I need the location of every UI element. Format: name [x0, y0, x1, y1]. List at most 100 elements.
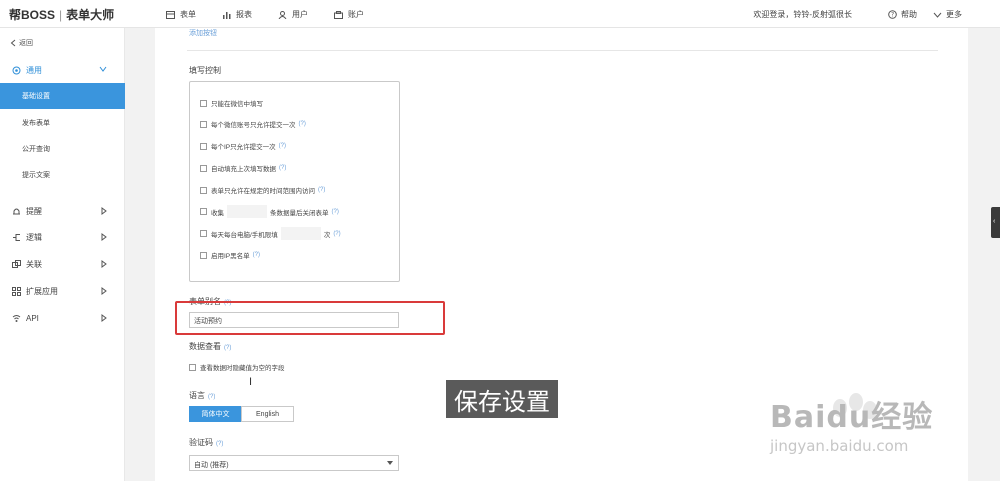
captcha-value: 自动 (推荐)	[194, 462, 229, 469]
nav-user-label: 用户	[292, 10, 308, 19]
sidebar-item-basic-settings[interactable]: 基础设置	[0, 83, 125, 109]
help-icon[interactable]: (?)	[224, 345, 231, 351]
text-cursor-icon: I	[249, 376, 253, 388]
brand-logo[interactable]: 帮BOSS | 表单大师	[9, 6, 114, 23]
option-ip-blacklist[interactable]: 启用IP黑名单 (?)	[200, 250, 260, 260]
side-panel-toggle[interactable]: ‹	[991, 207, 1000, 238]
language-zh-button[interactable]: 简体中文	[189, 406, 242, 422]
option-label: 只能在微信中填写	[211, 101, 263, 108]
language-title: 语言 (?)	[189, 390, 215, 401]
option-label: 每个微信账号只允许提交一次	[211, 122, 296, 129]
language-title-text: 语言	[189, 391, 205, 400]
option-label: 表单只允许在规定的时间范围内访问	[211, 188, 315, 195]
link-icon	[12, 259, 21, 268]
checkbox[interactable]	[200, 186, 207, 194]
option-autofill[interactable]: 自动填充上次填写数据 (?)	[200, 163, 286, 173]
watermark-brand: Baidu经验	[770, 392, 933, 436]
option-label: 查看数据时隐藏值为空的字段	[200, 365, 285, 372]
chevron-left-icon	[10, 39, 16, 47]
nav-report-label: 报表	[236, 10, 252, 19]
daily-limit-input[interactable]	[280, 227, 321, 240]
sidebar-item-prompt-text[interactable]: 提示文案	[0, 162, 125, 188]
back-link[interactable]: 返回	[10, 38, 33, 48]
sidebar-item-label: 提示文案	[22, 172, 50, 179]
report-icon	[223, 11, 231, 19]
option-label: 启用IP黑名单	[211, 253, 250, 260]
sidebar-group-reminder[interactable]: 提醒	[0, 201, 125, 221]
top-bar: 帮BOSS | 表单大师 表单 报表 用户 账户 欢迎登录，铃铃-反射弧很长 ? 帮…	[0, 0, 1000, 28]
nav-user[interactable]: 用户	[278, 9, 308, 20]
sidebar-item-publish[interactable]: 发布表单	[0, 110, 125, 136]
caption-text: 保存设置	[454, 387, 550, 416]
nav-form-label: 表单	[180, 10, 196, 19]
product-name: 表单大师	[66, 8, 115, 22]
help-icon[interactable]: (?)	[299, 121, 306, 127]
sidebar-group-label: 扩展应用	[26, 286, 58, 296]
form-icon	[166, 10, 175, 19]
help-icon[interactable]: (?)	[332, 209, 339, 215]
help-icon[interactable]: (?)	[216, 441, 223, 447]
watermark-url-text: jingyan.baidu.com	[770, 437, 909, 455]
option-collect-limit[interactable]: 收集 条数据量后关闭表单 (?)	[200, 205, 339, 218]
caret-right-icon	[101, 260, 107, 268]
sidebar-group-general[interactable]: 通用	[0, 60, 125, 80]
fill-control-box: 只能在微信中填写 每个微信账号只允许提交一次 (?) 每个IP只允许提交一次 (?)…	[189, 81, 400, 282]
sidebar-group-extensions[interactable]: 扩展应用	[0, 281, 125, 301]
option-once-per-ip[interactable]: 每个IP只允许提交一次 (?)	[200, 141, 286, 151]
chevron-left-icon: ‹	[993, 218, 996, 225]
captcha-title: 验证码 (?)	[189, 437, 223, 448]
captcha-title-text: 验证码	[189, 438, 213, 447]
option-wechat-only[interactable]: 只能在微信中填写	[200, 98, 263, 108]
caption-overlay: 保存设置	[446, 380, 558, 418]
sidebar-group-api[interactable]: API	[0, 308, 125, 328]
language-zh-label: 简体中文	[201, 411, 230, 418]
nav-account-label: 账户	[348, 10, 364, 19]
logic-icon	[13, 233, 20, 241]
help-icon[interactable]: (?)	[279, 143, 286, 149]
option-daily-limit[interactable]: 每天每台电脑/手机限填 次 (?)	[200, 227, 341, 240]
checkbox[interactable]	[200, 251, 207, 259]
language-en-button[interactable]: English	[241, 406, 294, 422]
caret-right-icon	[101, 287, 107, 295]
more-button[interactable]: 更多	[933, 9, 962, 20]
sidebar-group-relation[interactable]: 关联	[0, 254, 125, 274]
help-icon[interactable]: (?)	[333, 231, 340, 237]
checkbox[interactable]	[200, 99, 207, 107]
help-icon[interactable]: (?)	[208, 394, 215, 400]
option-label: 每个IP只允许提交一次	[211, 144, 276, 151]
caret-right-icon	[101, 207, 107, 215]
option-once-per-wechat[interactable]: 每个微信账号只允许提交一次 (?)	[200, 119, 306, 129]
user-icon	[278, 10, 287, 19]
help-icon[interactable]: (?)	[253, 252, 260, 258]
option-label: 自动填充上次填写数据	[211, 166, 276, 173]
option-label: 每天每台电脑/手机限填	[211, 231, 278, 239]
language-toggle: 简体中文 English	[189, 406, 294, 422]
option-hide-empty[interactable]: 查看数据时隐藏值为空的字段	[189, 362, 285, 372]
checkbox[interactable]	[200, 164, 207, 172]
checkbox[interactable]	[200, 142, 207, 150]
data-view-title-text: 数据查看	[189, 342, 221, 351]
sidebar-group-label: 提醒	[26, 206, 42, 216]
help-label: 帮助	[901, 10, 917, 19]
nav-account[interactable]: 账户	[334, 9, 364, 20]
help-icon[interactable]: (?)	[279, 165, 286, 171]
caret-down-icon	[387, 461, 393, 465]
checkbox[interactable]	[200, 120, 207, 128]
option-time-range[interactable]: 表单只允许在规定的时间范围内访问 (?)	[200, 185, 325, 195]
help-button[interactable]: ? 帮助	[888, 9, 917, 20]
collect-limit-input[interactable]	[227, 205, 267, 218]
nav-report[interactable]: 报表	[222, 9, 252, 20]
sidebar-group-logic[interactable]: 逻辑	[0, 227, 125, 247]
top-link[interactable]: 添加按钮	[189, 28, 217, 38]
checkbox[interactable]	[200, 208, 207, 215]
checkbox[interactable]	[189, 363, 196, 371]
nav-form[interactable]: 表单	[166, 9, 196, 20]
checkbox[interactable]	[200, 230, 207, 237]
welcome-text[interactable]: 欢迎登录，铃铃-反射弧很长	[753, 9, 852, 20]
sidebar-item-public-query[interactable]: 公开查询	[0, 136, 125, 162]
sidebar-group-label: 关联	[26, 259, 42, 269]
sidebar-item-label: 发布表单	[22, 120, 50, 127]
help-icon[interactable]: (?)	[318, 187, 325, 193]
captcha-select[interactable]: 自动 (推荐)	[189, 455, 399, 471]
top-right: 欢迎登录，铃铃-反射弧很长 ? 帮助 更多	[753, 9, 962, 20]
